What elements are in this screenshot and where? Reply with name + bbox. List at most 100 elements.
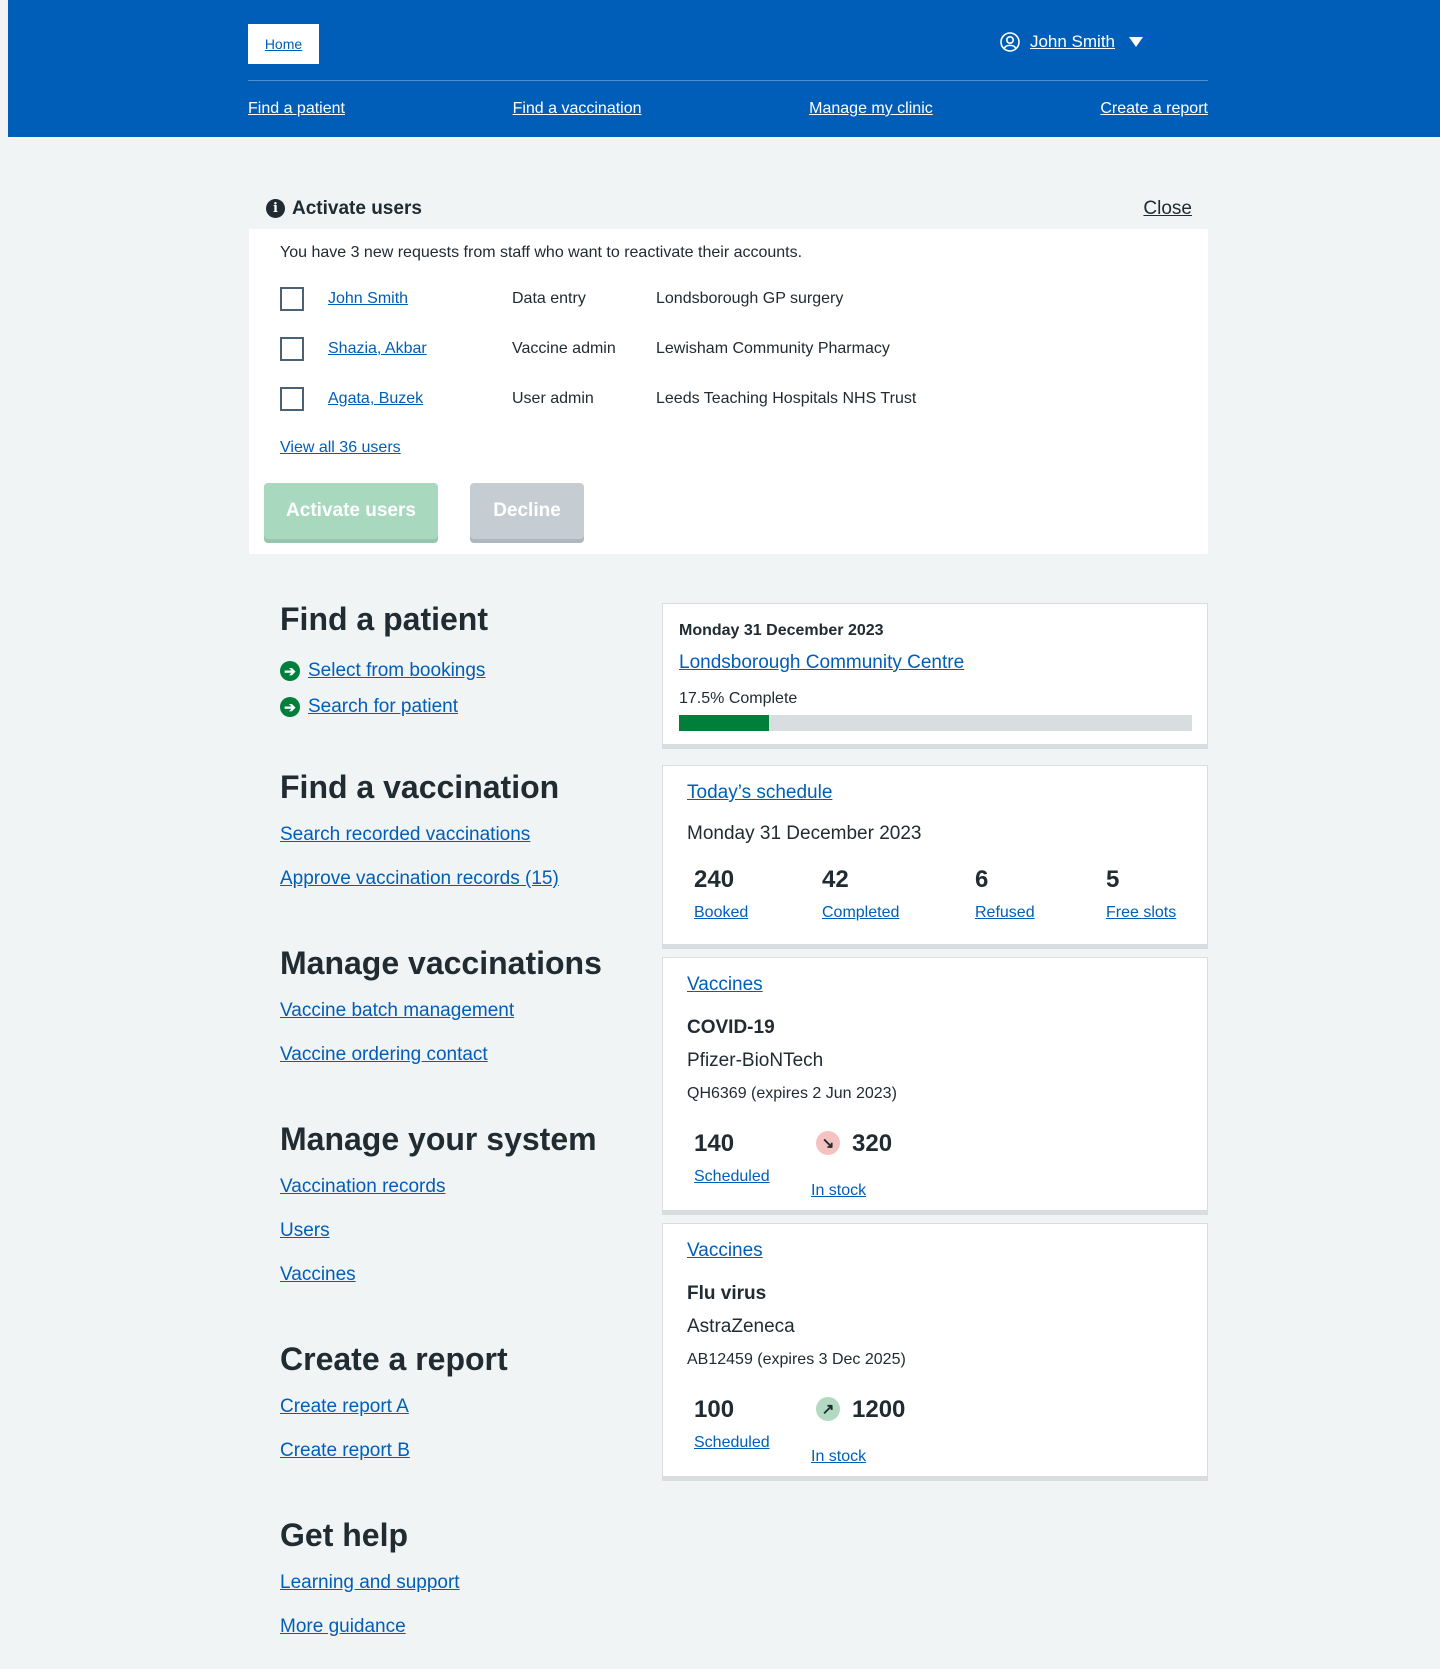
stat-value: 1200 xyxy=(852,1396,906,1423)
search-patient-action[interactable]: ➔ Search for patient xyxy=(280,696,458,718)
user-organisation: Lewisham Community Pharmacy xyxy=(656,340,890,357)
panel-header: i Activate users Close xyxy=(249,187,1208,229)
user-name-link[interactable]: Shazia, Akbar xyxy=(328,340,427,358)
stat-value: 320 xyxy=(852,1130,893,1157)
decline-button[interactable]: Decline xyxy=(470,483,584,539)
user-request-row: John Smith Data entry Londsborough GP su… xyxy=(280,287,843,311)
user-organisation: Leeds Teaching Hospitals NHS Trust xyxy=(656,390,917,407)
stat-scheduled: 100 Scheduled xyxy=(694,1396,770,1452)
vaccines-link[interactable]: Vaccines xyxy=(687,1240,763,1262)
user-icon xyxy=(1000,32,1020,52)
primary-nav: Find a patient Find a vaccination Manage… xyxy=(248,100,1208,118)
stat-value: 6 xyxy=(975,866,989,893)
vaccine-card: Vaccines Flu virus AstraZeneca AB12459 (… xyxy=(662,1223,1208,1477)
user-role: Vaccine admin xyxy=(512,340,616,357)
panel-intro: You have 3 new requests from staff who w… xyxy=(280,244,803,261)
nav-find-patient[interactable]: Find a patient xyxy=(248,100,345,118)
stat-scheduled: 140 Scheduled xyxy=(694,1130,770,1186)
vaccine-batch: AB12459 (expires 3 Dec 2025) xyxy=(687,1351,906,1368)
select-bookings-link[interactable]: Select from bookings xyxy=(308,660,485,682)
clinic-progress-card: Monday 31 December 2023 Londsborough Com… xyxy=(662,603,1208,745)
stat-value: 240 xyxy=(694,866,735,893)
schedule-date: Monday 31 December 2023 xyxy=(687,823,922,844)
users-link[interactable]: Users xyxy=(280,1220,330,1242)
create-report-a-link[interactable]: Create report A xyxy=(280,1396,409,1418)
learning-support-link[interactable]: Learning and support xyxy=(280,1572,460,1594)
progress-bar xyxy=(679,715,1192,731)
stat-scheduled-link[interactable]: Scheduled xyxy=(694,1168,770,1186)
site-link[interactable]: Londsborough Community Centre xyxy=(679,652,964,674)
nav-manage-clinic[interactable]: Manage my clinic xyxy=(809,100,933,118)
user-request-row: Shazia, Akbar Vaccine admin Lewisham Com… xyxy=(280,337,890,361)
activate-users-panel: i Activate users Close You have 3 new re… xyxy=(249,187,1208,554)
close-link[interactable]: Close xyxy=(1143,198,1192,220)
progress-date: Monday 31 December 2023 xyxy=(679,622,884,639)
nav-find-vaccination[interactable]: Find a vaccination xyxy=(513,100,642,118)
vaccines-link[interactable]: Vaccines xyxy=(687,974,763,996)
info-icon: i xyxy=(266,199,285,218)
stat-refused-link[interactable]: Refused xyxy=(975,904,1035,922)
todays-schedule-link[interactable]: Today’s schedule xyxy=(687,782,832,804)
nav-create-report[interactable]: Create a report xyxy=(1100,100,1208,118)
stat-completed: 42 Completed xyxy=(822,866,899,922)
user-role: Data entry xyxy=(512,290,586,307)
user-name-link[interactable]: Agata, Buzek xyxy=(328,390,423,408)
user-request-row: Agata, Buzek User admin Leeds Teaching H… xyxy=(280,387,916,411)
stat-value: 100 xyxy=(694,1396,735,1423)
create-report-b-link[interactable]: Create report B xyxy=(280,1440,410,1462)
vaccine-brand: AstraZeneca xyxy=(687,1316,795,1337)
stat-in-stock-link[interactable]: In stock xyxy=(811,1448,866,1466)
find-patient-heading: Find a patient xyxy=(280,601,488,637)
arrow-right-circle-icon: ➔ xyxy=(280,661,300,681)
activate-users-button[interactable]: Activate users xyxy=(264,483,438,539)
user-role: User admin xyxy=(512,390,594,407)
vaccine-batch: QH6369 (expires 2 Jun 2023) xyxy=(687,1085,897,1102)
caret-down-icon[interactable] xyxy=(1129,37,1143,47)
stat-value: 42 xyxy=(822,866,849,893)
arrow-right-circle-icon: ➔ xyxy=(280,697,300,717)
site-header: Home John Smith Find a patient Find a va… xyxy=(8,0,1440,137)
stat-booked: 240 Booked xyxy=(694,866,748,922)
vaccine-name: COVID-19 xyxy=(687,1017,775,1038)
vaccination-records-link[interactable]: Vaccination records xyxy=(280,1176,445,1198)
find-vaccination-heading: Find a vaccination xyxy=(280,769,560,805)
search-vaccinations-link[interactable]: Search recorded vaccinations xyxy=(280,824,530,846)
manage-system-heading: Manage your system xyxy=(280,1121,597,1157)
user-menu[interactable]: John Smith xyxy=(1000,32,1143,52)
user-name-link[interactable]: John Smith xyxy=(1030,32,1115,52)
stat-in-stock: 320 xyxy=(852,1130,892,1158)
user-name-link[interactable]: John Smith xyxy=(328,290,408,308)
arrow-up-right-icon: ↗ xyxy=(816,1397,840,1421)
stat-completed-link[interactable]: Completed xyxy=(822,904,899,922)
more-guidance-link[interactable]: More guidance xyxy=(280,1616,406,1638)
approve-records-link[interactable]: Approve vaccination records (15) xyxy=(280,868,559,890)
user-organisation: Londsborough GP surgery xyxy=(656,290,844,307)
user-checkbox[interactable] xyxy=(280,387,304,411)
batch-management-link[interactable]: Vaccine batch management xyxy=(280,1000,514,1022)
arrow-down-right-icon: ↘ xyxy=(816,1131,840,1155)
manage-vaccinations-heading: Manage vaccinations xyxy=(280,945,602,981)
stat-value: 140 xyxy=(694,1130,735,1157)
create-report-heading: Create a report xyxy=(280,1341,508,1377)
vaccine-brand: Pfizer-BioNTech xyxy=(687,1050,824,1071)
stat-in-stock: 1200 xyxy=(852,1396,905,1424)
get-help-heading: Get help xyxy=(280,1517,409,1553)
stat-booked-link[interactable]: Booked xyxy=(694,904,748,922)
stat-in-stock-link[interactable]: In stock xyxy=(811,1182,866,1200)
vaccines-link[interactable]: Vaccines xyxy=(280,1264,356,1286)
ordering-contact-link[interactable]: Vaccine ordering contact xyxy=(280,1044,488,1066)
stat-free-slots: 5 Free slots xyxy=(1106,866,1176,922)
stat-scheduled-link[interactable]: Scheduled xyxy=(694,1434,770,1452)
vaccine-name: Flu virus xyxy=(687,1283,767,1304)
search-patient-link[interactable]: Search for patient xyxy=(308,696,458,718)
select-bookings-action[interactable]: ➔ Select from bookings xyxy=(280,660,485,682)
progress-percent: 17.5% Complete xyxy=(679,690,798,707)
view-all-users-link[interactable]: View all 36 users xyxy=(280,439,401,457)
home-link[interactable]: Home xyxy=(248,24,319,64)
stat-free-slots-link[interactable]: Free slots xyxy=(1106,904,1176,922)
user-checkbox[interactable] xyxy=(280,287,304,311)
user-checkbox[interactable] xyxy=(280,337,304,361)
progress-bar-fill xyxy=(679,715,769,731)
vaccine-card: Vaccines COVID-19 Pfizer-BioNTech QH6369… xyxy=(662,957,1208,1211)
todays-schedule-card: Today’s schedule Monday 31 December 2023… xyxy=(662,765,1208,945)
